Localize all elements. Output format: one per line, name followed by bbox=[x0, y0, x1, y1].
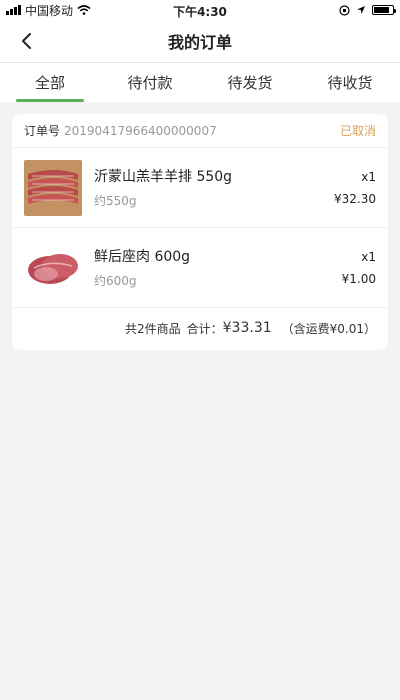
order-number-label: 订单号 bbox=[24, 124, 61, 138]
carrier-name: 中国移动 bbox=[25, 3, 74, 18]
item-spec: 约550g bbox=[94, 194, 137, 208]
item-name: 鲜后座肉 600g bbox=[94, 249, 191, 265]
page-title: 我的订单 bbox=[167, 33, 232, 52]
tab-pending-shipment[interactable]: 待发货 bbox=[200, 63, 300, 102]
signal-icon bbox=[6, 5, 21, 15]
order-item[interactable]: 沂蒙山羔羊羊排 550g 约550g x1 ¥32.30 bbox=[12, 148, 388, 228]
item-price: ¥1.00 bbox=[341, 271, 376, 286]
item-price-block: x1 ¥1.00 bbox=[342, 250, 376, 286]
status-bar: 中国移动 bbox=[0, 0, 400, 20]
tab-label: 待付款 bbox=[127, 74, 173, 92]
order-number-value: 20190417966400000007 bbox=[64, 124, 217, 138]
item-count: 共2件商品 bbox=[124, 321, 181, 336]
location-icon bbox=[357, 6, 365, 14]
battery-icon bbox=[372, 5, 396, 15]
tab-pending-receipt[interactable]: 待收货 bbox=[300, 63, 400, 102]
battery-level bbox=[374, 7, 390, 13]
tab-all[interactable]: 全部 bbox=[0, 63, 100, 102]
order-item[interactable]: 鲜后座肉 600g 约600g x1 ¥1.00 bbox=[12, 228, 388, 308]
item-name: 沂蒙山羔羊羊排 550g bbox=[94, 169, 233, 185]
orientation-lock-icon bbox=[339, 4, 350, 16]
order-header: 订单号 20190417966400000007 已取消 bbox=[12, 114, 388, 148]
order-card[interactable]: 订单号 20190417966400000007 已取消 沂蒙山羔羊羊排 550g… bbox=[12, 114, 388, 350]
tab-label: 待收货 bbox=[327, 74, 373, 92]
item-info: 沂蒙山羔羊羊排 550g 约550g bbox=[94, 166, 334, 209]
status-right bbox=[339, 4, 396, 16]
total-label: 合计： bbox=[186, 321, 223, 336]
tab-label: 全部 bbox=[34, 74, 65, 92]
item-quantity: x1 bbox=[361, 249, 376, 264]
item-quantity: x1 bbox=[361, 169, 376, 184]
tab-pending-payment[interactable]: 待付款 bbox=[100, 63, 200, 102]
item-price-block: x1 ¥32.30 bbox=[334, 170, 376, 206]
nav-bar: 我的订单 bbox=[0, 20, 400, 62]
item-info: 鲜后座肉 600g 约600g bbox=[94, 246, 342, 289]
tab-label: 待发货 bbox=[227, 74, 273, 92]
pork-rump-thumbnail bbox=[24, 239, 82, 296]
order-number: 订单号 20190417966400000007 bbox=[24, 122, 217, 139]
status-left: 中国移动 bbox=[6, 2, 91, 19]
lamb-ribs-thumbnail bbox=[24, 159, 82, 216]
order-summary: 共2件商品 合计： ¥33.31 （含运费¥0.01） bbox=[12, 308, 388, 348]
back-icon[interactable] bbox=[16, 30, 38, 52]
wifi-icon bbox=[77, 5, 91, 15]
item-spec: 约600g bbox=[94, 274, 137, 288]
order-tabs: 全部 待付款 待发货 待收货 bbox=[0, 62, 400, 102]
order-status: 已取消 bbox=[339, 124, 376, 138]
shipping-fee: （含运费¥0.01） bbox=[281, 321, 376, 336]
item-price: ¥32.30 bbox=[334, 191, 376, 206]
order-total: ¥33.31 bbox=[222, 320, 272, 336]
